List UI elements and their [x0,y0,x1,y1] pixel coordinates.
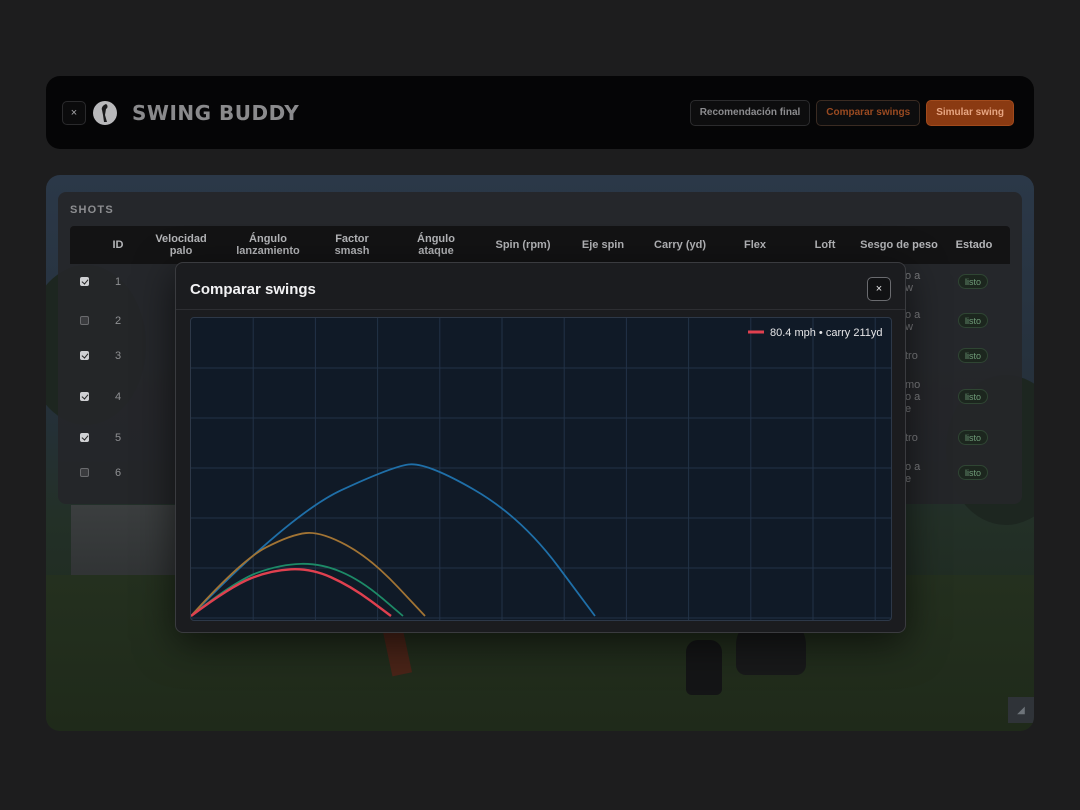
row-checkbox[interactable] [80,433,89,442]
column-header: Flex [743,239,766,251]
row-bias: tro [905,350,918,362]
trajectory-line-3 [191,532,426,617]
status-badge: listo [958,348,989,363]
compare-swings-button[interactable]: Comparar swings [816,99,921,126]
trajectory-line-2 [191,562,404,617]
row-checkbox[interactable] [80,351,89,360]
row-bias: o a e [905,461,921,485]
close-button[interactable]: × [62,100,86,125]
row-bias: o a w [905,309,921,333]
trajectory-chart: 80.4 mph • carry 211yd [190,317,892,621]
header-actions: Recomendación final Comparar swings Simu… [689,99,1014,126]
status-badge: listo [958,389,989,404]
row-id: 2 [114,315,122,327]
compare-swings-modal: Comparar swings × 80.4 mph • carry 211yd [175,262,906,633]
row-id: 3 [114,350,122,362]
column-header: Ángulo lanzamiento [236,233,300,257]
legend-label: 80.4 mph • carry 211yd [770,327,882,339]
status-badge: listo [958,313,989,328]
column-header: Spin (rpm) [495,239,551,251]
row-checkbox[interactable] [80,277,89,286]
row-id: 1 [114,276,122,288]
column-header: Factor smash [334,233,370,257]
row-id: 4 [114,391,122,403]
row-id: 6 [114,467,122,479]
column-header: ID [112,239,124,251]
row-bias: o a w [905,270,921,294]
shots-table-header: ID Velocidad palo Ángulo lanzamiento Fac… [70,226,1010,264]
row-bias: tro [905,432,918,444]
row-checkbox[interactable] [80,316,89,325]
modal-close-button[interactable]: × [867,277,891,301]
column-header: Estado [955,239,993,251]
modal-title: Comparar swings [190,281,316,298]
status-badge: listo [958,430,989,445]
column-header: Velocidad palo [155,233,207,257]
row-id: 5 [114,432,122,444]
row-bias: mo o a e [905,379,921,415]
column-header: Ángulo ataque [417,233,455,257]
status-badge: listo [958,465,989,480]
trajectory-chart-svg: 80.4 mph • carry 211yd [191,318,891,620]
shots-title: SHOTS [70,204,114,216]
trajectory-line-4 [191,463,596,617]
final-recommendation-button[interactable]: Recomendación final [689,99,811,126]
status-badge: listo [958,274,989,289]
column-header: Loft [814,239,836,251]
modal-divider [176,309,905,310]
golfer-logo-icon [93,100,117,125]
video-control-icon[interactable]: ◢ [1008,697,1034,723]
row-checkbox[interactable] [80,392,89,401]
column-header: Sesgo de peso [860,239,938,251]
background-golf-bag [686,640,722,695]
simulate-swing-button[interactable]: Simular swing [926,99,1014,126]
app-header: × SWING BUDDY Recomendación final Compar… [46,76,1034,149]
row-checkbox[interactable] [80,468,89,477]
column-header: Carry (yd) [654,239,706,251]
column-header: Eje spin [581,239,625,251]
app-title: SWING BUDDY [132,100,300,125]
